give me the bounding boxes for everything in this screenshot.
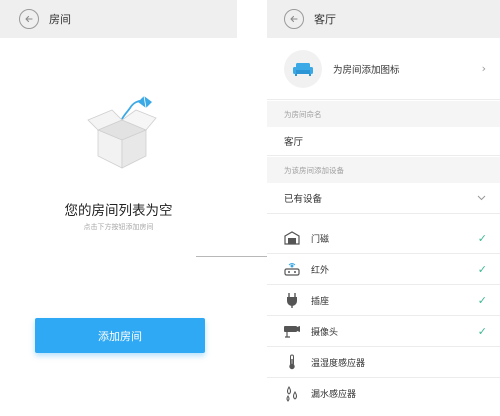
sofa-icon [284,49,322,88]
device-label: 摄像头 [311,327,339,338]
empty-box-illustration [87,95,157,169]
name-section-label: 为房间命名 [267,101,500,127]
device-item-camera[interactable]: 摄像头 ✓ [267,316,500,347]
existing-devices-label: 已有设备 [284,194,323,205]
device-item-socket[interactable]: 插座 ✓ [267,285,500,316]
rooms-topbar: 房间 [0,0,237,38]
device-item-infrared[interactable]: 红外 ✓ [267,254,500,285]
device-label: 漏水感应器 [311,390,357,400]
check-icon: ✓ [477,324,487,338]
chevron-down-icon [477,195,486,201]
page-title: 客厅 [314,13,336,26]
camera-icon [283,322,301,340]
device-item-door-sensor[interactable]: 门磁 ✓ [267,223,500,254]
rooms-screen: 房间 您的房间列表为空 点击下方按钮添加房间 添加房间 [0,0,237,416]
device-label: 门磁 [311,234,330,245]
check-icon: ✓ [477,293,487,307]
door-sensor-icon [283,229,301,247]
device-item-thermometer[interactable]: 温湿度感应器 [267,347,500,378]
devices-section-label: 为该房间添加设备 [267,157,500,183]
add-room-icon-row[interactable]: 为房间添加图标 › [267,38,500,100]
room-topbar: 客厅 [267,0,500,38]
socket-icon [283,291,301,309]
empty-state-hint: 点击下方按钮添加房间 [83,223,154,231]
device-list: 门磁 ✓ 红外 ✓ 插座 ✓ 摄像头 ✓ 温湿度感应器 漏水感应器 [267,223,500,409]
device-item-water-leak[interactable]: 漏水感应器 [267,378,500,409]
room-settings-screen: 客厅 为房间添加图标 › 为房间命名 客厅 为该房间添加设备 已有设备 门磁 ✓… [267,0,500,416]
infrared-icon [283,260,301,278]
room-name-field[interactable]: 客厅 [267,126,500,156]
arrow-left-icon [25,15,33,23]
page-title: 房间 [49,13,71,26]
chevron-right-icon: › [481,62,486,75]
existing-devices-dropdown[interactable]: 已有设备 [267,183,500,214]
device-label: 温湿度感应器 [311,358,366,369]
add-icon-label: 为房间添加图标 [333,64,400,76]
thermometer-icon [283,353,301,371]
device-label: 红外 [311,265,330,276]
back-button[interactable] [19,9,39,29]
device-label: 插座 [311,296,330,307]
water-leak-icon [283,385,301,403]
check-icon: ✓ [477,262,487,276]
add-room-button[interactable]: 添加房间 [35,318,205,353]
check-icon: ✓ [477,231,487,245]
arrow-left-icon [290,15,298,23]
empty-state-title: 您的房间列表为空 [64,203,173,219]
back-button[interactable] [284,9,304,29]
